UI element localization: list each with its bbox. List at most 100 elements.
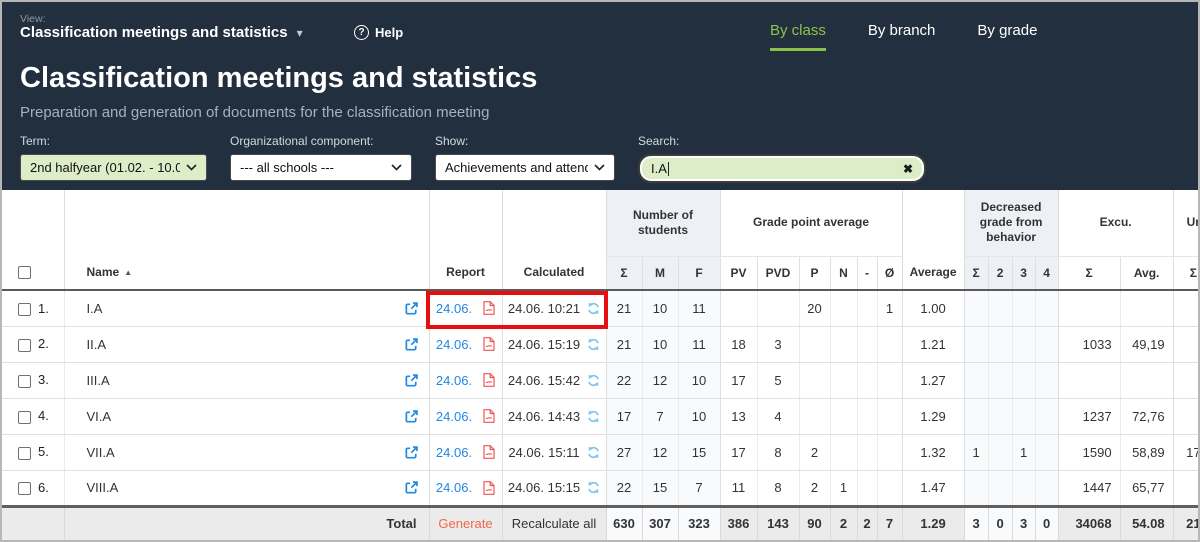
org-component-select[interactable]: --- all schools --- xyxy=(230,154,412,181)
open-external-icon[interactable] xyxy=(404,373,419,388)
chevron-down-icon: ▾ xyxy=(297,26,303,40)
total-stat-cell: 7 xyxy=(877,506,902,540)
report-date-link[interactable]: 24.06. xyxy=(436,445,472,460)
stat-cell: 10 xyxy=(678,398,720,434)
search-input[interactable]: I.A ✖ xyxy=(638,154,926,183)
pdf-icon[interactable] xyxy=(483,337,495,351)
view-switcher-dropdown[interactable]: Classification meetings and statistics ▾ xyxy=(20,24,303,41)
total-stat-cell: 323 xyxy=(678,506,720,540)
calculated-timestamp: 24.06. 10:21 xyxy=(508,301,580,316)
help-button[interactable]: ? Help xyxy=(354,25,403,40)
tab-by-class[interactable]: By class xyxy=(770,22,826,51)
open-external-icon[interactable] xyxy=(404,480,419,495)
stat-cell: 21 xyxy=(606,326,642,362)
open-external-icon[interactable] xyxy=(404,337,419,352)
col-pvd[interactable]: PVD xyxy=(757,256,799,290)
open-external-icon[interactable] xyxy=(404,445,419,460)
refresh-icon[interactable] xyxy=(587,374,600,387)
row-checkbox[interactable] xyxy=(18,411,31,424)
show-select[interactable]: Achievements and attend xyxy=(435,154,615,181)
row-checkbox[interactable] xyxy=(18,447,31,460)
col-excused-avg[interactable]: Avg. xyxy=(1120,256,1173,290)
total-stat-cell: 386 xyxy=(720,506,757,540)
col-n[interactable]: N xyxy=(830,256,857,290)
stat-cell xyxy=(720,290,757,326)
col-behavior-2[interactable]: 2 xyxy=(988,256,1012,290)
recalculate-all-button[interactable]: Recalculate all xyxy=(502,506,606,540)
col-dash[interactable]: - xyxy=(857,256,877,290)
total-stat-cell: 2 xyxy=(857,506,877,540)
row-number: 3. xyxy=(38,372,49,387)
total-stat-cell: 21 xyxy=(1173,506,1198,540)
pdf-icon[interactable] xyxy=(483,301,495,315)
class-row: 1.I.A24.06.24.06. 10:212110112011.00 xyxy=(2,290,1198,326)
total-stat-cell: 307 xyxy=(642,506,678,540)
row-checkbox[interactable] xyxy=(18,303,31,316)
open-external-icon[interactable] xyxy=(404,409,419,424)
term-select[interactable]: 2nd halfyear (01.02. - 10.0 xyxy=(20,154,207,181)
group-unexcused: Unexcu. xyxy=(1173,190,1198,256)
refresh-icon[interactable] xyxy=(587,481,600,494)
col-students-male[interactable]: M xyxy=(642,256,678,290)
show-label: Show: xyxy=(435,134,615,148)
col-unexcused-sum[interactable]: Σ xyxy=(1173,256,1198,290)
clear-search-icon[interactable]: ✖ xyxy=(903,162,913,176)
total-stat-cell: 54.08 xyxy=(1120,506,1173,540)
tab-by-branch[interactable]: By branch xyxy=(868,22,936,51)
total-stat-cell: 3 xyxy=(1012,506,1035,540)
pdf-icon[interactable] xyxy=(483,373,495,387)
search-input-value: I.A xyxy=(651,161,903,177)
row-checkbox[interactable] xyxy=(18,339,31,352)
average-column-header[interactable]: Average xyxy=(902,190,964,290)
stat-cell xyxy=(988,290,1012,326)
total-stat-cell: 90 xyxy=(799,506,830,540)
term-label: Term: xyxy=(20,134,207,148)
col-behavior-3[interactable]: 3 xyxy=(1012,256,1035,290)
stat-cell xyxy=(1035,470,1058,506)
stat-cell: 17 xyxy=(606,398,642,434)
report-date-link[interactable]: 24.06. xyxy=(436,373,472,388)
col-excused-sum[interactable]: Σ xyxy=(1058,256,1120,290)
refresh-icon[interactable] xyxy=(587,410,600,423)
col-students-sum[interactable]: Σ xyxy=(606,256,642,290)
term-select-value: 2nd halfyear (01.02. - 10.0 xyxy=(30,160,180,175)
col-behavior-sum[interactable]: Σ xyxy=(964,256,988,290)
row-checkbox[interactable] xyxy=(18,482,31,495)
stat-cell xyxy=(1173,470,1198,506)
open-external-icon[interactable] xyxy=(404,301,419,316)
group-decreased-grade-behavior: Decreased grade from behavior xyxy=(964,190,1058,256)
stat-cell: 22 xyxy=(606,362,642,398)
select-all-checkbox[interactable] xyxy=(18,266,31,279)
stat-cell: 1.32 xyxy=(902,434,964,470)
stat-cell xyxy=(857,470,877,506)
stat-cell: 7 xyxy=(642,398,678,434)
tab-by-grade[interactable]: By grade xyxy=(977,22,1037,51)
stat-cell xyxy=(877,362,902,398)
col-p[interactable]: P xyxy=(799,256,830,290)
report-date-link[interactable]: 24.06. xyxy=(436,409,472,424)
name-column-header[interactable]: Name▲ xyxy=(64,190,429,290)
pdf-icon[interactable] xyxy=(483,409,495,423)
refresh-icon[interactable] xyxy=(587,338,600,351)
stat-cell xyxy=(877,470,902,506)
calculated-column-header[interactable]: Calculated xyxy=(502,190,606,290)
group-number-of-students: Number of students xyxy=(606,190,720,256)
col-behavior-4[interactable]: 4 xyxy=(1035,256,1058,290)
row-number: 2. xyxy=(38,336,49,351)
report-date-link[interactable]: 24.06. xyxy=(436,480,472,495)
pdf-icon[interactable] xyxy=(483,481,495,495)
pdf-icon[interactable] xyxy=(483,445,495,459)
stat-cell: 15 xyxy=(678,434,720,470)
report-date-link[interactable]: 24.06. xyxy=(436,301,472,316)
col-pv[interactable]: PV xyxy=(720,256,757,290)
row-checkbox[interactable] xyxy=(18,375,31,388)
report-column-header[interactable]: Report xyxy=(429,190,502,290)
generate-button[interactable]: Generate xyxy=(429,506,502,540)
class-row: 4.VI.A24.06.24.06. 14:43177101341.291237… xyxy=(2,398,1198,434)
refresh-icon[interactable] xyxy=(587,302,600,315)
col-students-female[interactable]: F xyxy=(678,256,720,290)
table-body: 1.I.A24.06.24.06. 10:212110112011.002.II… xyxy=(2,290,1198,506)
refresh-icon[interactable] xyxy=(587,446,600,459)
col-avg-symbol[interactable]: Ø xyxy=(877,256,902,290)
report-date-link[interactable]: 24.06. xyxy=(436,337,472,352)
